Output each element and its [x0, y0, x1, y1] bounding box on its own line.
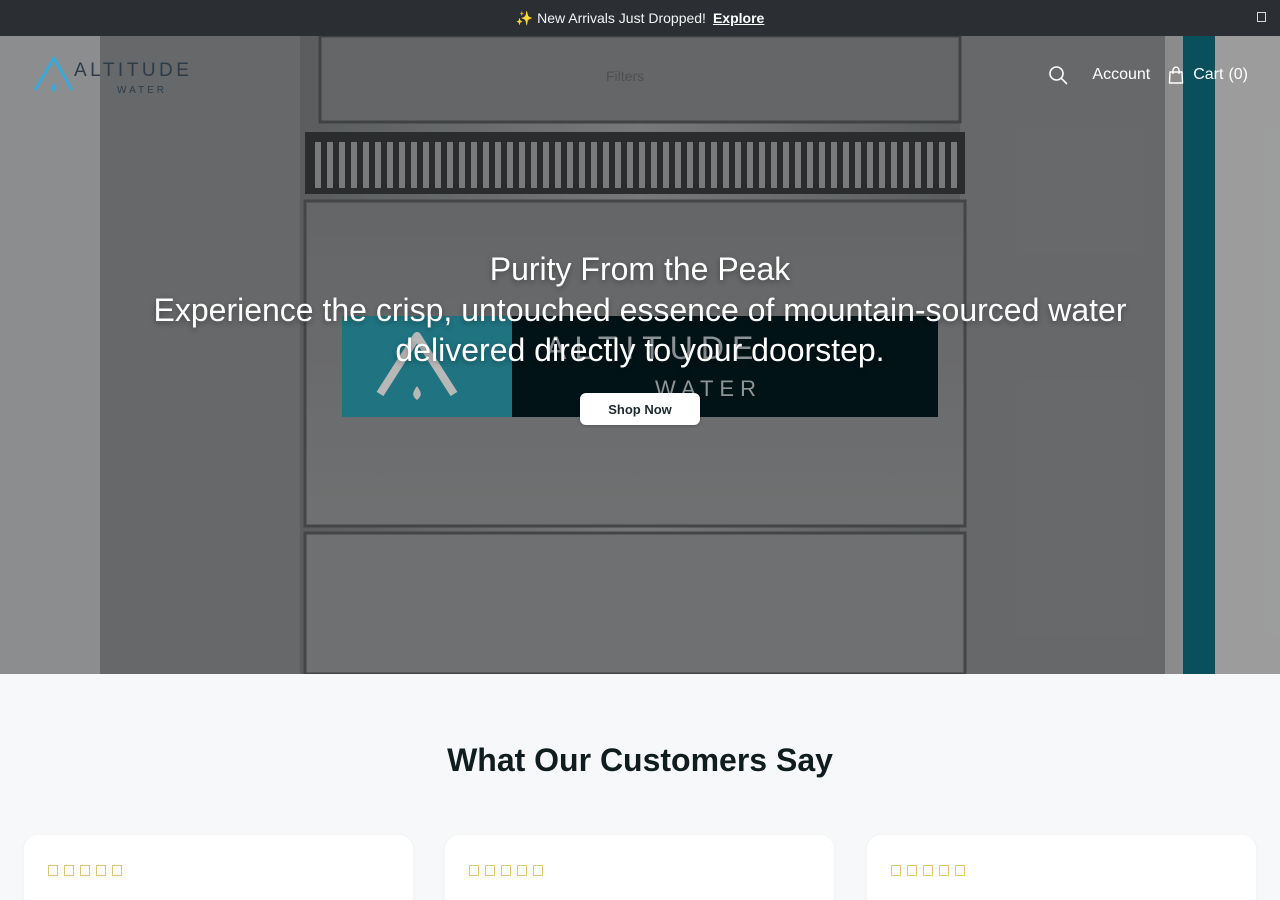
sparkle-icon: ✨ [515, 9, 534, 26]
star-icon [64, 865, 74, 876]
shop-now-button[interactable]: Shop Now [580, 393, 700, 425]
announcement-bar: ✨ New Arrivals Just Dropped! Explore [0, 0, 1280, 36]
star-icon [96, 865, 106, 876]
reviews-heading: What Our Customers Say [447, 742, 833, 778]
star-icon [469, 865, 479, 876]
site-header: ALTITUDE WATER Filters Account Cart (0) [0, 36, 1280, 116]
star-icon [517, 865, 527, 876]
cart-count: (0) [1228, 66, 1248, 83]
star-icon [955, 865, 965, 876]
search-icon[interactable] [1048, 65, 1068, 85]
account-link[interactable]: Account [1092, 66, 1150, 84]
altitude-water-logo[interactable]: ALTITUDE WATER [34, 56, 220, 96]
star-icon [501, 865, 511, 876]
header-nav: Account Cart (0) [1048, 65, 1248, 85]
announcement-explore-link[interactable]: Explore [713, 10, 764, 26]
review-card [867, 835, 1256, 900]
rating-stars [469, 865, 549, 876]
shopping-bag-icon [1169, 66, 1184, 84]
hero-copy: Purity From the Peak Experience the cris… [0, 250, 1280, 370]
filters-link[interactable]: Filters [606, 68, 644, 84]
review-card [24, 835, 413, 900]
cart-link[interactable]: Cart (0) [1168, 66, 1248, 84]
rating-stars [48, 865, 128, 876]
star-icon [907, 865, 917, 876]
star-icon [891, 865, 901, 876]
rating-stars [891, 865, 971, 876]
star-icon [923, 865, 933, 876]
logo-text: ALTITUDE [74, 60, 192, 81]
review-card [445, 835, 834, 900]
announcement-text: New Arrivals Just Dropped! [537, 10, 706, 26]
hero-section: ALTITUDE WATER Purity From the Peak Expe… [0, 36, 1280, 674]
star-icon [48, 865, 58, 876]
star-icon [533, 865, 543, 876]
star-icon [485, 865, 495, 876]
star-icon [939, 865, 949, 876]
hero-subtitle: Experience the crisp, untouched essence … [153, 292, 1127, 368]
star-icon [80, 865, 90, 876]
star-icon [112, 865, 122, 876]
hero-title: Purity From the Peak [489, 251, 791, 287]
cart-label: Cart [1193, 66, 1224, 83]
close-icon[interactable] [1257, 12, 1266, 22]
logo-subtext: WATER [117, 85, 167, 96]
